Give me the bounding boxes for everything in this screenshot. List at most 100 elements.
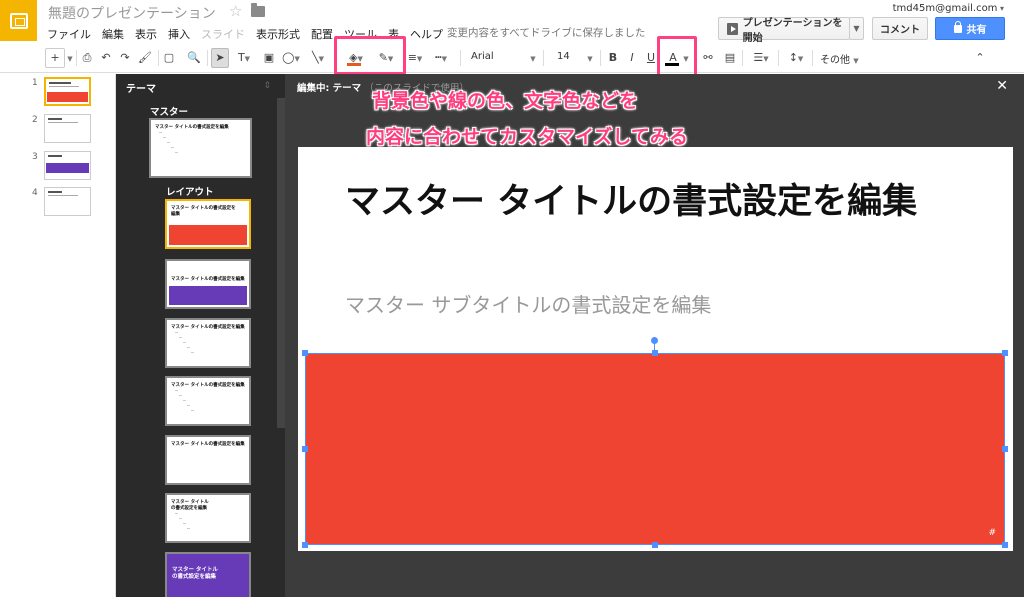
- slide-filmstrip: 1 2 3 4: [0, 74, 116, 597]
- slide-number: 4: [32, 188, 38, 198]
- menu-help[interactable]: ヘルプ: [410, 26, 443, 42]
- selected-red-shape[interactable]: #: [305, 353, 1005, 545]
- panel-scrollbar[interactable]: [277, 98, 285, 428]
- layout-thumb-title: マスター タイトルの書式設定を編集: [171, 277, 245, 282]
- annotation-line-1: 背景色や線の色、文字色などを: [372, 90, 639, 112]
- font-size-select[interactable]: 14: [557, 51, 570, 62]
- menu-slide[interactable]: スライド: [201, 26, 245, 42]
- slide-canvas[interactable]: マスター タイトルの書式設定を編集 マスター サブタイトルの書式設定を編集 #: [298, 147, 1013, 551]
- italic-button[interactable]: I: [625, 50, 639, 66]
- editor-header-main: 編集中: テーマ: [297, 83, 362, 94]
- layout-thumb-title: マスター タイトルの書式設定を編集: [171, 500, 209, 511]
- shape-icon[interactable]: ◯▼: [280, 50, 302, 67]
- layout-title-body[interactable]: マスター タイトルの書式設定を編集: [165, 318, 251, 368]
- resize-handle-s[interactable]: [652, 542, 658, 548]
- save-status: 変更内容をすべてドライブに保存しました: [447, 27, 646, 39]
- slide-thumbnail-3[interactable]: [44, 151, 91, 180]
- line-icon[interactable]: ╲▼: [307, 50, 329, 67]
- slides-logo[interactable]: [0, 0, 37, 41]
- annotation-line-2: 内容に合わせてカスタマイズしてみる: [366, 126, 688, 148]
- present-options-dropdown[interactable]: ▼: [849, 17, 864, 40]
- select-cursor-icon[interactable]: ➤: [211, 48, 229, 68]
- zoom-icon[interactable]: 🔍: [186, 50, 202, 66]
- comment-button[interactable]: コメント: [872, 17, 928, 40]
- slide-thumbnail-1[interactable]: [44, 77, 91, 106]
- present-label: プレゼンテーションを開始: [742, 17, 843, 44]
- border-dash-icon[interactable]: ┅▼: [430, 50, 452, 67]
- layout-thumb-title: マスター タイトルの書式設定を編集: [171, 383, 245, 388]
- resize-handle-ne[interactable]: [1002, 350, 1008, 356]
- menu-file[interactable]: ファイル: [47, 26, 91, 42]
- layout-title-only[interactable]: マスター タイトルの書式設定を編集: [165, 435, 251, 485]
- size-dropdown-arrow[interactable]: ▼: [586, 50, 594, 67]
- layout-thumb-title: マスター タイトルの書式設定を編集: [171, 442, 245, 447]
- master-thumbnail[interactable]: マスター タイトルの書式設定を編集: [149, 118, 252, 178]
- star-icon[interactable]: ☆: [229, 2, 242, 20]
- layout-red-block: [169, 225, 247, 245]
- layout-label: レイアウト: [166, 187, 214, 198]
- align-icon[interactable]: ☰▼: [748, 50, 774, 67]
- border-weight-icon[interactable]: ≡▼: [404, 50, 426, 67]
- lock-icon: [953, 20, 962, 33]
- print-icon[interactable]: ⎙: [80, 50, 94, 66]
- document-title[interactable]: 無題のプレゼンテーション: [48, 3, 216, 23]
- more-options[interactable]: その他 ▼: [820, 51, 859, 66]
- underline-button[interactable]: U: [644, 50, 658, 66]
- line-spacing-icon[interactable]: ↕▼: [783, 50, 809, 67]
- bold-button[interactable]: B: [606, 50, 620, 66]
- image-icon[interactable]: ▣: [261, 50, 277, 66]
- resize-handle-se[interactable]: [1002, 542, 1008, 548]
- master-label: マスター: [150, 107, 189, 118]
- layout-main-point[interactable]: マスター タイトル の書式設定を編集: [165, 552, 251, 597]
- rotate-handle[interactable]: [651, 337, 658, 344]
- link-icon[interactable]: ⚯: [700, 50, 716, 66]
- panel-sort-icon[interactable]: ⇕: [263, 81, 271, 91]
- layout-thumb-title: マスター タイトルの書式設定を編集: [171, 206, 236, 217]
- layout-two-columns[interactable]: マスター タイトルの書式設定を編集: [165, 376, 251, 426]
- page-number-placeholder: #: [988, 528, 996, 538]
- theme-panel: テーマ ⇕ マスター マスター タイトルの書式設定を編集 レイアウト マスター …: [116, 74, 285, 597]
- close-icon[interactable]: ✕: [996, 78, 1008, 94]
- layout-title-slide[interactable]: マスター タイトルの書式設定を 編集: [165, 199, 251, 249]
- font-family-select[interactable]: Arial: [471, 51, 494, 62]
- menu-insert[interactable]: 挿入: [168, 26, 190, 42]
- menu-format[interactable]: 表示形式: [256, 26, 300, 42]
- share-button[interactable]: 共有: [935, 17, 1005, 40]
- undo-icon[interactable]: ↶: [99, 50, 113, 66]
- slide-title-placeholder[interactable]: マスター タイトルの書式設定を編集: [345, 180, 965, 224]
- play-icon: [727, 22, 738, 35]
- menu-view[interactable]: 表示: [135, 26, 157, 42]
- slide-thumbnail-2[interactable]: [44, 114, 91, 143]
- slide-number: 2: [32, 115, 38, 125]
- fill-border-highlight: [334, 36, 406, 75]
- more-label: その他: [820, 55, 850, 66]
- theme-panel-title: テーマ: [126, 84, 156, 95]
- paint-format-icon[interactable]: 🖌: [138, 50, 152, 66]
- menu-edit[interactable]: 編集: [102, 26, 124, 42]
- resize-handle-n[interactable]: [652, 350, 658, 356]
- font-dropdown-arrow[interactable]: ▼: [529, 50, 537, 67]
- new-slide-button[interactable]: +: [45, 48, 65, 68]
- resize-handle-e[interactable]: [1002, 446, 1008, 452]
- start-presentation-button[interactable]: プレゼンテーションを開始: [718, 17, 850, 44]
- slide-number: 3: [32, 152, 38, 162]
- menu-arrange[interactable]: 配置: [311, 26, 333, 42]
- resize-handle-nw[interactable]: [302, 350, 308, 356]
- comment-icon[interactable]: ▤: [722, 50, 738, 66]
- resize-handle-sw[interactable]: [302, 542, 308, 548]
- folder-icon[interactable]: [251, 3, 265, 17]
- layout-caption[interactable]: マスター タイトル の書式設定を編集: [165, 493, 251, 543]
- slide-number: 1: [32, 78, 38, 88]
- layout-section-header[interactable]: マスター タイトルの書式設定を編集: [165, 259, 251, 309]
- resize-handle-w[interactable]: [302, 446, 308, 452]
- master-thumb-lines: [159, 132, 178, 157]
- text-box-icon[interactable]: T▼: [233, 50, 255, 67]
- slide-thumbnail-4[interactable]: [44, 187, 91, 216]
- zoom-select-icon[interactable]: ▢: [162, 50, 176, 66]
- redo-icon[interactable]: ↷: [118, 50, 132, 66]
- user-account[interactable]: tmd45m@gmail.com: [893, 3, 1004, 14]
- slide-subtitle-placeholder[interactable]: マスター サブタイトルの書式設定を編集: [345, 289, 711, 318]
- layout-thumb-title: マスター タイトルの書式設定を編集: [171, 325, 245, 330]
- new-slide-dropdown[interactable]: ▼: [66, 50, 74, 67]
- collapse-icon[interactable]: ⌃: [973, 50, 987, 66]
